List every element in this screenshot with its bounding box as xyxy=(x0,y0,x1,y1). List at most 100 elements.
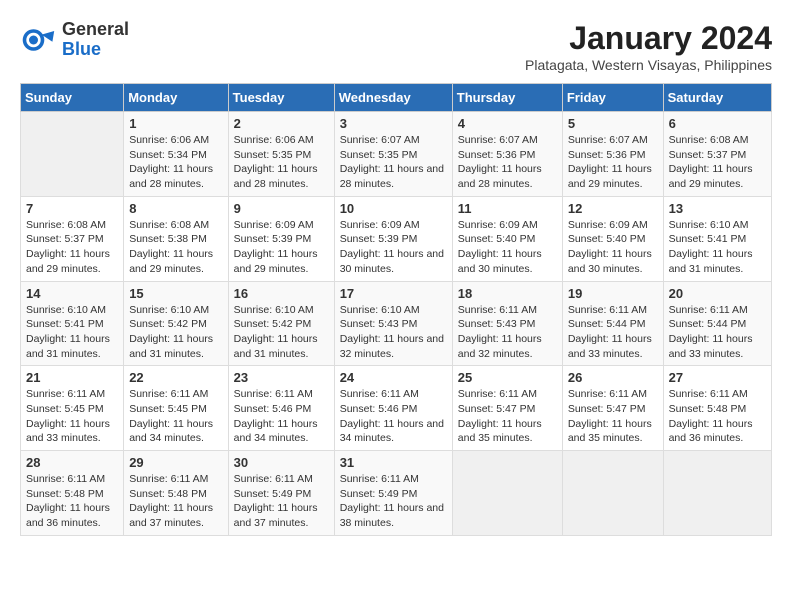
day-cell: 24Sunrise: 6:11 AMSunset: 5:46 PMDayligh… xyxy=(334,366,452,451)
day-number: 27 xyxy=(669,370,766,385)
day-cell xyxy=(663,451,771,536)
day-info: Sunrise: 6:07 AMSunset: 5:36 PMDaylight:… xyxy=(458,133,557,192)
day-info: Sunrise: 6:11 AMSunset: 5:48 PMDaylight:… xyxy=(26,472,118,531)
logo-general: General xyxy=(62,20,129,40)
day-cell: 12 Sunrise: 6:09 AMSunset: 5:40 PMDayligh… xyxy=(562,196,663,281)
day-info: Sunrise: 6:10 AMSunset: 5:41 PMDaylight:… xyxy=(669,218,766,277)
day-number: 5 xyxy=(568,116,658,131)
day-number: 2 xyxy=(234,116,329,131)
week-row-1: 1 Sunrise: 6:06 AMSunset: 5:34 PMDaylight… xyxy=(21,112,772,197)
day-cell: 1 Sunrise: 6:06 AMSunset: 5:34 PMDaylight… xyxy=(124,112,228,197)
day-number: 25 xyxy=(458,370,557,385)
day-cell: 16 Sunrise: 6:10 AMSunset: 5:42 PMDayligh… xyxy=(228,281,334,366)
day-cell xyxy=(562,451,663,536)
logo-blue: Blue xyxy=(62,40,129,60)
day-cell: 14 Sunrise: 6:10 AMSunset: 5:41 PMDayligh… xyxy=(21,281,124,366)
day-number: 30 xyxy=(234,455,329,470)
day-number: 12 xyxy=(568,201,658,216)
day-info: Sunrise: 6:11 AMSunset: 5:44 PMDaylight:… xyxy=(669,303,766,362)
day-number: 10 xyxy=(340,201,447,216)
day-number: 21 xyxy=(26,370,118,385)
day-cell: 2 Sunrise: 6:06 AMSunset: 5:35 PMDaylight… xyxy=(228,112,334,197)
day-cell: 10 Sunrise: 6:09 AMSunset: 5:39 PMDayligh… xyxy=(334,196,452,281)
header-cell-sunday: Sunday xyxy=(21,84,124,112)
day-info: Sunrise: 6:11 AMSunset: 5:48 PMDaylight:… xyxy=(669,387,766,446)
day-number: 17 xyxy=(340,286,447,301)
day-info: Sunrise: 6:10 AMSunset: 5:43 PMDaylight:… xyxy=(340,303,447,362)
day-cell: 20 Sunrise: 6:11 AMSunset: 5:44 PMDayligh… xyxy=(663,281,771,366)
day-info: Sunrise: 6:11 AMSunset: 5:49 PMDaylight:… xyxy=(340,472,447,531)
day-number: 9 xyxy=(234,201,329,216)
day-cell: 23Sunrise: 6:11 AMSunset: 5:46 PMDayligh… xyxy=(228,366,334,451)
day-info: Sunrise: 6:10 AMSunset: 5:41 PMDaylight:… xyxy=(26,303,118,362)
title-block: January 2024 Platagata, Western Visayas,… xyxy=(525,20,772,73)
day-cell: 5Sunrise: 6:07 AMSunset: 5:36 PMDaylight… xyxy=(562,112,663,197)
day-number: 23 xyxy=(234,370,329,385)
day-info: Sunrise: 6:09 AMSunset: 5:40 PMDaylight:… xyxy=(568,218,658,277)
calendar-table: SundayMondayTuesdayWednesdayThursdayFrid… xyxy=(20,83,772,536)
day-info: Sunrise: 6:08 AMSunset: 5:37 PMDaylight:… xyxy=(669,133,766,192)
week-row-4: 21 Sunrise: 6:11 AMSunset: 5:45 PMDayligh… xyxy=(21,366,772,451)
day-info: Sunrise: 6:08 AMSunset: 5:37 PMDaylight:… xyxy=(26,218,118,277)
day-number: 13 xyxy=(669,201,766,216)
day-info: Sunrise: 6:10 AMSunset: 5:42 PMDaylight:… xyxy=(129,303,222,362)
day-cell: 6Sunrise: 6:08 AMSunset: 5:37 PMDaylight… xyxy=(663,112,771,197)
header-cell-saturday: Saturday xyxy=(663,84,771,112)
week-row-2: 7Sunrise: 6:08 AMSunset: 5:37 PMDaylight… xyxy=(21,196,772,281)
page-subtitle: Platagata, Western Visayas, Philippines xyxy=(525,57,772,73)
day-cell: 9 Sunrise: 6:09 AMSunset: 5:39 PMDaylight… xyxy=(228,196,334,281)
day-cell xyxy=(21,112,124,197)
day-info: Sunrise: 6:11 AMSunset: 5:45 PMDaylight:… xyxy=(26,387,118,446)
day-number: 8 xyxy=(129,201,222,216)
day-number: 1 xyxy=(129,116,222,131)
day-cell: 19 Sunrise: 6:11 AMSunset: 5:44 PMDayligh… xyxy=(562,281,663,366)
day-info: Sunrise: 6:07 AMSunset: 5:35 PMDaylight:… xyxy=(340,133,447,192)
day-number: 4 xyxy=(458,116,557,131)
day-cell: 29Sunrise: 6:11 AMSunset: 5:48 PMDayligh… xyxy=(124,451,228,536)
day-number: 14 xyxy=(26,286,118,301)
day-info: Sunrise: 6:10 AMSunset: 5:42 PMDaylight:… xyxy=(234,303,329,362)
day-info: Sunrise: 6:11 AMSunset: 5:47 PMDaylight:… xyxy=(568,387,658,446)
day-cell: 21 Sunrise: 6:11 AMSunset: 5:45 PMDayligh… xyxy=(21,366,124,451)
page-header: General Blue January 2024 Platagata, Wes… xyxy=(20,20,772,73)
day-number: 16 xyxy=(234,286,329,301)
week-row-3: 14 Sunrise: 6:10 AMSunset: 5:41 PMDayligh… xyxy=(21,281,772,366)
day-cell: 26 Sunrise: 6:11 AMSunset: 5:47 PMDayligh… xyxy=(562,366,663,451)
week-row-5: 28 Sunrise: 6:11 AMSunset: 5:48 PMDayligh… xyxy=(21,451,772,536)
day-number: 20 xyxy=(669,286,766,301)
day-info: Sunrise: 6:09 AMSunset: 5:40 PMDaylight:… xyxy=(458,218,557,277)
day-number: 29 xyxy=(129,455,222,470)
day-cell: 17 Sunrise: 6:10 AMSunset: 5:43 PMDayligh… xyxy=(334,281,452,366)
header-row: SundayMondayTuesdayWednesdayThursdayFrid… xyxy=(21,84,772,112)
day-info: Sunrise: 6:06 AMSunset: 5:34 PMDaylight:… xyxy=(129,133,222,192)
day-number: 15 xyxy=(129,286,222,301)
logo-text: General Blue xyxy=(62,20,129,60)
day-cell: 13 Sunrise: 6:10 AMSunset: 5:41 PMDayligh… xyxy=(663,196,771,281)
day-number: 28 xyxy=(26,455,118,470)
day-cell: 25Sunrise: 6:11 AMSunset: 5:47 PMDayligh… xyxy=(452,366,562,451)
day-number: 19 xyxy=(568,286,658,301)
day-cell xyxy=(452,451,562,536)
day-info: Sunrise: 6:11 AMSunset: 5:46 PMDaylight:… xyxy=(340,387,447,446)
day-number: 26 xyxy=(568,370,658,385)
day-cell: 18Sunrise: 6:11 AMSunset: 5:43 PMDayligh… xyxy=(452,281,562,366)
day-info: Sunrise: 6:06 AMSunset: 5:35 PMDaylight:… xyxy=(234,133,329,192)
logo: General Blue xyxy=(20,20,129,60)
day-info: Sunrise: 6:09 AMSunset: 5:39 PMDaylight:… xyxy=(340,218,447,277)
header-cell-monday: Monday xyxy=(124,84,228,112)
day-cell: 15 Sunrise: 6:10 AMSunset: 5:42 PMDayligh… xyxy=(124,281,228,366)
day-cell: 22Sunrise: 6:11 AMSunset: 5:45 PMDayligh… xyxy=(124,366,228,451)
calendar-body: 1 Sunrise: 6:06 AMSunset: 5:34 PMDaylight… xyxy=(21,112,772,536)
day-cell: 30 Sunrise: 6:11 AMSunset: 5:49 PMDayligh… xyxy=(228,451,334,536)
day-info: Sunrise: 6:11 AMSunset: 5:45 PMDaylight:… xyxy=(129,387,222,446)
day-info: Sunrise: 6:11 AMSunset: 5:44 PMDaylight:… xyxy=(568,303,658,362)
day-number: 18 xyxy=(458,286,557,301)
day-info: Sunrise: 6:11 AMSunset: 5:49 PMDaylight:… xyxy=(234,472,329,531)
day-cell: 4 Sunrise: 6:07 AMSunset: 5:36 PMDaylight… xyxy=(452,112,562,197)
day-cell: 8Sunrise: 6:08 AMSunset: 5:38 PMDaylight… xyxy=(124,196,228,281)
day-info: Sunrise: 6:09 AMSunset: 5:39 PMDaylight:… xyxy=(234,218,329,277)
day-cell: 7Sunrise: 6:08 AMSunset: 5:37 PMDaylight… xyxy=(21,196,124,281)
logo-icon xyxy=(20,22,56,58)
header-cell-tuesday: Tuesday xyxy=(228,84,334,112)
day-number: 3 xyxy=(340,116,447,131)
